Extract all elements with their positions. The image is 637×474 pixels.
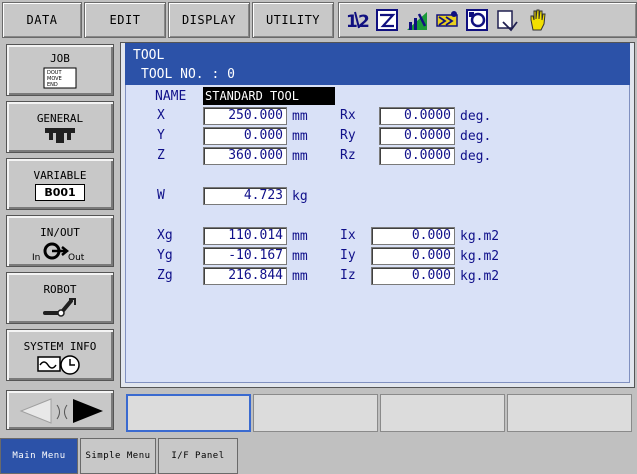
inout-out-text: Out [68, 253, 85, 262]
side-menu-variable[interactable]: VARIABLE B001 [6, 158, 114, 210]
variable-b001-icon: B001 [35, 184, 85, 201]
menu-data[interactable]: DATA [2, 2, 82, 38]
pager-separator-icon [56, 404, 68, 420]
side-menu-pager [6, 390, 114, 430]
side-menu-job-label: JOB [50, 52, 70, 65]
side-menu-robot-label: ROBOT [43, 283, 77, 296]
zg-value-field[interactable]: 216.844 [203, 267, 287, 285]
z-label: Z [157, 148, 165, 163]
x-unit: mm [292, 109, 308, 124]
rx-unit: deg. [460, 109, 492, 124]
side-menu-variable-label: VARIABLE [33, 169, 87, 182]
yg-label: Yg [157, 248, 173, 263]
side-menu-job[interactable]: JOB DOUT MOVE END [6, 44, 114, 96]
rz-label: Rz [340, 148, 356, 163]
xg-value-field[interactable]: 110.014 [203, 227, 287, 245]
svg-text:2: 2 [358, 12, 369, 32]
top-menu-bar: DATA EDIT DISPLAY UTILITY 1 2 [0, 0, 637, 40]
cycle-icon [497, 10, 518, 32]
job-file-icon: DOUT MOVE END [43, 67, 77, 89]
function-key-3[interactable] [380, 394, 505, 432]
main-panel-frame: TOOL TOOL NO. : 0 [120, 42, 635, 388]
menu-utility[interactable]: UTILITY [252, 2, 334, 38]
side-menu-general[interactable]: GENERAL [6, 101, 114, 153]
x-label: X [157, 108, 165, 123]
robot-arm-icon [43, 298, 76, 317]
hand-enable-icon [530, 9, 546, 31]
z-value-field[interactable]: 360.000 [203, 147, 287, 165]
function-key-4[interactable] [507, 394, 632, 432]
tab-if-panel[interactable]: I/F Panel [158, 438, 238, 474]
teach-mode-icon [466, 9, 488, 31]
weight-unit: kg [292, 189, 308, 204]
zg-unit: mm [292, 269, 308, 284]
function-key-2[interactable] [253, 394, 378, 432]
iy-value-field[interactable]: 0.000 [371, 247, 455, 265]
yg-unit: mm [292, 249, 308, 264]
run-mode-icon [436, 11, 458, 27]
side-menu-general-label: GENERAL [36, 112, 84, 125]
side-menu-robot[interactable]: ROBOT [6, 272, 114, 324]
tool-name-field[interactable]: STANDARD TOOL [203, 87, 335, 105]
page-next-arrow-icon[interactable] [71, 397, 107, 425]
name-label: NAME [155, 89, 187, 104]
ix-value-field[interactable]: 0.000 [371, 227, 455, 245]
general-tool-icon [45, 128, 75, 143]
y-unit: mm [292, 129, 308, 144]
panel-title: TOOL [133, 48, 165, 63]
tab-main-menu[interactable]: Main Menu [0, 438, 78, 474]
tool-number-line: TOOL NO. : 0 [141, 67, 235, 82]
inout-in-text: In [32, 253, 40, 262]
tool-data-panel [125, 43, 630, 383]
ry-value-field[interactable]: 0.0000 [379, 127, 455, 145]
iy-unit: kg.m2 [460, 249, 500, 264]
menu-display[interactable]: DISPLAY [168, 2, 250, 38]
x-value-field[interactable]: 250.000 [203, 107, 287, 125]
side-menu-system-info[interactable]: SYSTEM INFO [6, 329, 114, 381]
function-key-1[interactable] [126, 394, 251, 432]
yg-value-field[interactable]: -10.167 [203, 247, 287, 265]
y-value-field[interactable]: 0.000 [203, 127, 287, 145]
coordinate-toggle-icon: 1 2 [346, 11, 369, 32]
function-key-row [122, 390, 637, 434]
xg-unit: mm [292, 229, 308, 244]
tool-no-label: TOOL NO. [141, 67, 204, 82]
job-icon-text-3: END [47, 82, 58, 88]
ix-label: Ix [340, 228, 356, 243]
zg-label: Zg [157, 268, 173, 283]
menu-edit[interactable]: EDIT [84, 2, 166, 38]
edit-mode-icon [376, 9, 398, 31]
xg-label: Xg [157, 228, 173, 243]
rx-value-field[interactable]: 0.0000 [379, 107, 455, 125]
tool-no-value: : 0 [211, 67, 235, 82]
tab-simple-menu[interactable]: Simple Menu [80, 438, 156, 474]
rz-unit: deg. [460, 149, 492, 164]
speed-level-icon [407, 12, 427, 30]
inout-signal-icon: In Out [32, 242, 85, 262]
rx-label: Rx [340, 108, 356, 123]
side-menu-inout-label: IN/OUT [40, 226, 80, 239]
ry-label: Ry [340, 128, 356, 143]
y-label: Y [157, 128, 165, 143]
side-menu-system-info-label: SYSTEM INFO [23, 340, 97, 353]
iz-unit: kg.m2 [460, 269, 500, 284]
weight-label: W [157, 188, 165, 203]
iy-label: Iy [340, 248, 356, 263]
ry-unit: deg. [460, 129, 492, 144]
iz-label: Iz [340, 268, 356, 283]
system-info-clock-icon [37, 355, 80, 375]
iz-value-field[interactable]: 0.000 [371, 267, 455, 285]
side-menu-inout[interactable]: IN/OUT In Out [6, 215, 114, 267]
panel-title-bar: TOOL TOOL NO. : 0 [125, 43, 630, 85]
weight-value-field[interactable]: 4.723 [203, 187, 287, 205]
z-unit: mm [292, 149, 308, 164]
status-icon-strip: 1 2 [338, 2, 637, 38]
page-prev-arrow-icon[interactable] [17, 397, 53, 425]
ix-unit: kg.m2 [460, 229, 500, 244]
rz-value-field[interactable]: 0.0000 [379, 147, 455, 165]
